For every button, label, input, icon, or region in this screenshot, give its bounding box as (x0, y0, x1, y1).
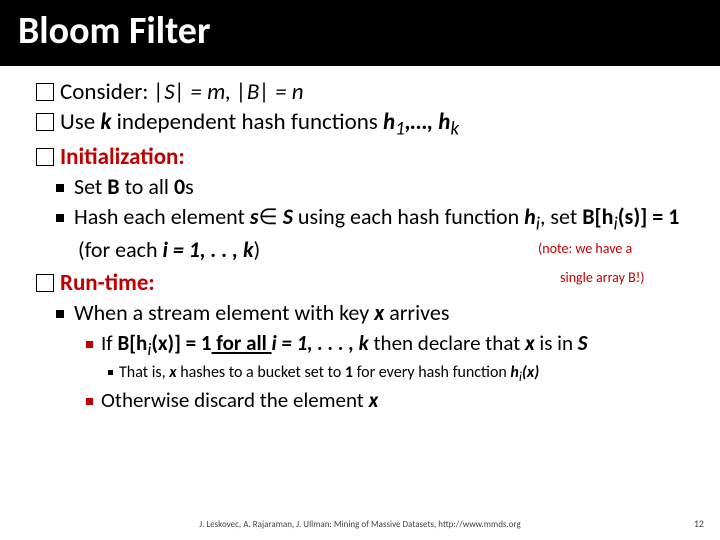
text: then declare that (369, 330, 525, 356)
text: ) (254, 236, 261, 263)
x-var: x (525, 330, 535, 356)
point-use: Use k independent hash functions h1,…, h… (36, 108, 700, 141)
text: is in (535, 330, 578, 356)
k-var: k (100, 108, 111, 136)
runtime-sub-f: Otherwise discard the element x (86, 387, 700, 413)
dots: ,…, (405, 108, 438, 136)
S-var: S (578, 330, 588, 356)
square-bullet-xs-icon (108, 370, 113, 375)
use-label: Use (60, 108, 100, 136)
slide-title: Bloom Filter (0, 0, 720, 66)
square-bullet-small-icon (86, 341, 93, 348)
sarg: (s)] = 1 (618, 203, 680, 230)
text: using each hash function (293, 203, 524, 230)
hk-sub: k (450, 118, 459, 141)
zero: 0 (174, 173, 185, 200)
checkbox-icon (36, 113, 54, 131)
point-init: Initialization: (36, 143, 700, 171)
square-bullet-icon (56, 310, 64, 318)
h-var: h (510, 363, 518, 382)
square-bullet-icon (56, 214, 64, 222)
text: That is, (119, 363, 169, 382)
h-var: h (524, 203, 536, 230)
h-sub-1: 1 (395, 118, 405, 141)
point-consider: Consider: |S| = m, |B| = n (36, 78, 700, 106)
runtime-sub-c: When a stream element with key x arrives (56, 299, 700, 328)
element-of-icon: ∈ (259, 203, 278, 230)
footer-citation: J. Leskovec, A. Rajaraman, J. Ullman: Mi… (0, 519, 720, 530)
page-number: 12 (694, 517, 704, 530)
text: , set (540, 203, 582, 230)
h-var: h (383, 108, 395, 136)
text: Otherwise discard the element (101, 387, 369, 413)
hk-var: h (438, 108, 450, 136)
runtime-label: Run-time: (60, 269, 155, 297)
text: Set (74, 173, 107, 200)
text: When a stream element with key (74, 299, 374, 326)
text: (for each (78, 236, 163, 263)
note-line2: single array B!) (560, 269, 645, 286)
forall: for all (212, 330, 272, 356)
text: If (101, 330, 117, 356)
one: 1 (345, 363, 353, 382)
checkbox-icon (36, 83, 54, 101)
x-var: x (169, 363, 176, 382)
text: for all (212, 330, 272, 356)
text: to all (120, 173, 174, 200)
range: i = 1, . . . , k (272, 330, 369, 356)
B: B (107, 173, 119, 200)
s-var: s (250, 203, 259, 230)
square-bullet-small-icon (86, 398, 93, 405)
x-var: x (369, 387, 379, 413)
checkbox-icon (36, 148, 54, 166)
text: arrives (384, 299, 449, 326)
consider-label: Consider: (60, 78, 154, 106)
x-var: x (374, 299, 384, 326)
note-line1: (note: we have a (538, 240, 632, 257)
checkbox-icon (36, 274, 54, 292)
range: i = 1, . . , k (163, 236, 254, 263)
text: Hash each element (74, 203, 250, 230)
runtime-sub-e: That is, x hashes to a bucket set to 1 f… (108, 363, 700, 385)
init-sub-a: Set B to all 0s (56, 173, 700, 202)
square-bullet-icon (56, 184, 64, 192)
S-var: S (283, 203, 293, 230)
note-box: (note: we have a single array B!) (560, 232, 700, 289)
text: hashes to a bucket set to (177, 363, 345, 382)
bh: B[h (582, 203, 613, 230)
slide-body: Consider: |S| = m, |B| = n Use k indepen… (0, 66, 720, 413)
xarg: (x) (522, 363, 539, 382)
text: s (185, 173, 194, 200)
consider-formula: |S| = m, |B| = n (154, 78, 304, 106)
init-sub-b: Hash each element s∈ S using each hash f… (56, 203, 700, 265)
text: for every hash function (353, 363, 510, 382)
init-label: Initialization: (60, 143, 185, 171)
bh: B[h (117, 330, 147, 356)
xarg: (x)] = 1 (151, 330, 211, 356)
use-mid: independent hash functions (111, 108, 383, 136)
runtime-sub-d: If B[hi(x)] = 1 for all i = 1, . . . , k… (86, 330, 700, 361)
